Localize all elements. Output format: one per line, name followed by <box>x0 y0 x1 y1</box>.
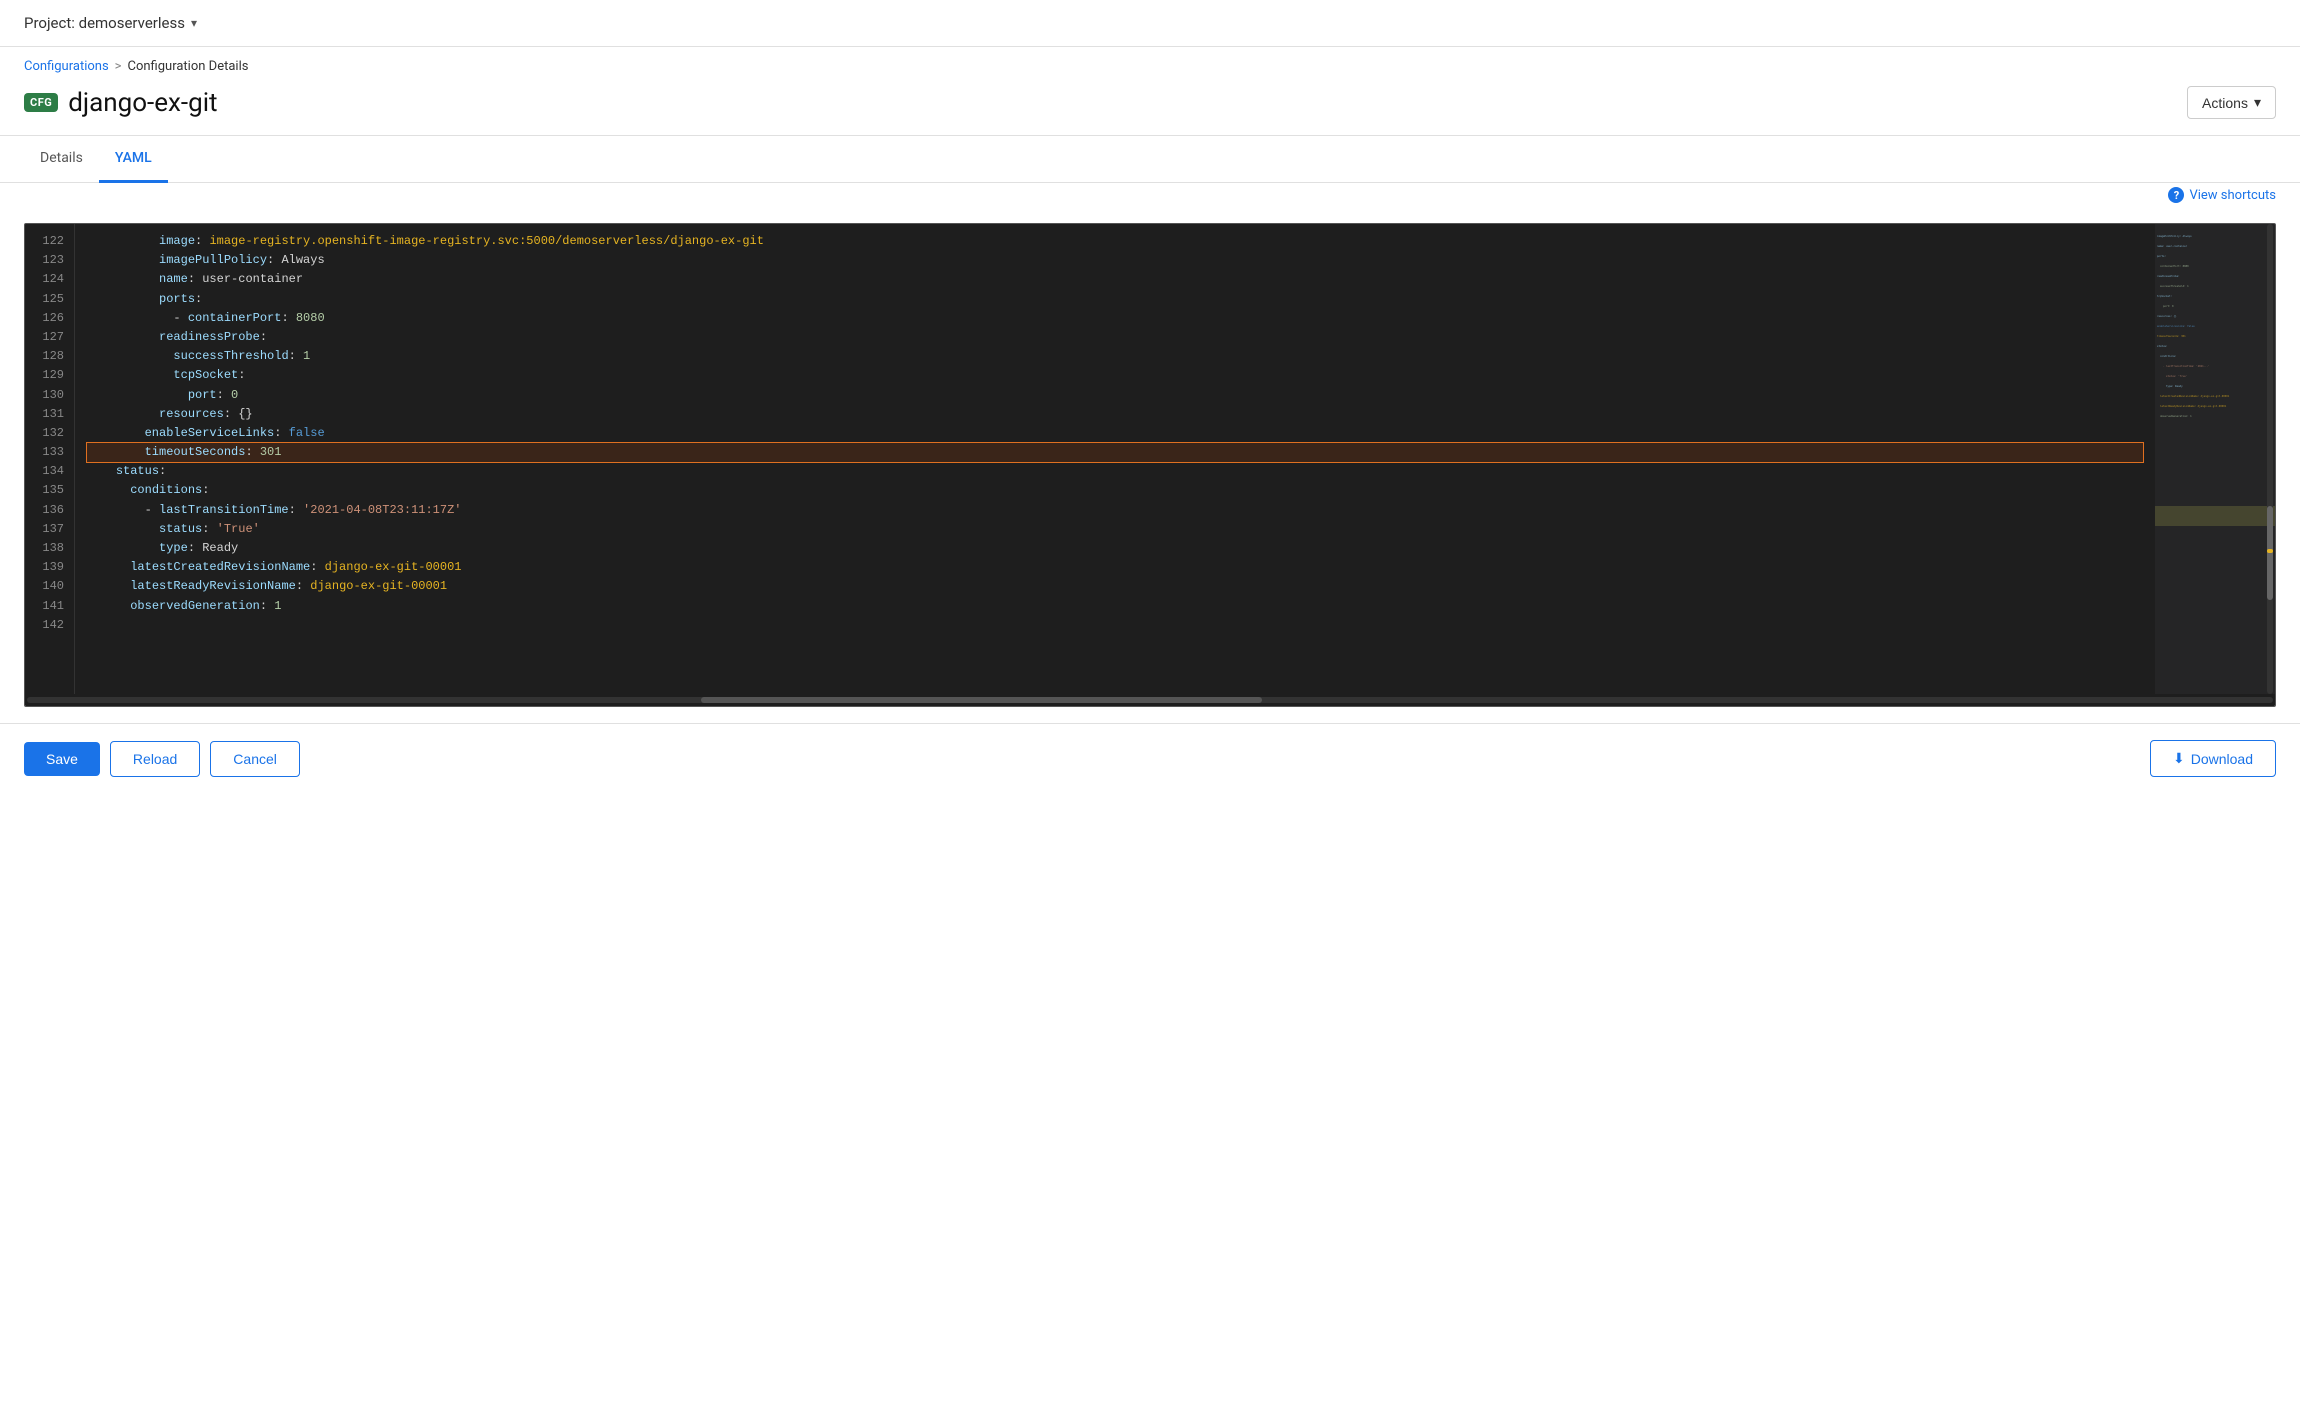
tabs-bar: Details YAML <box>0 136 2300 183</box>
editor-area[interactable]: 1221231241251261271281291301311321331341… <box>25 224 2275 694</box>
left-actions: Save Reload Cancel <box>24 741 300 777</box>
page-header: CFG django-ex-git Actions ▾ <box>0 74 2300 135</box>
line-numbers: 1221231241251261271281291301311321331341… <box>25 224 75 694</box>
tab-details[interactable]: Details <box>24 136 99 183</box>
view-shortcuts-link[interactable]: ? View shortcuts <box>2168 183 2276 207</box>
chevron-down-icon: ▾ <box>191 16 197 30</box>
breadcrumb-separator: > <box>115 59 122 74</box>
code-content[interactable]: image: image-registry.openshift-image-re… <box>75 224 2155 694</box>
page-title: django-ex-git <box>68 88 217 118</box>
cancel-button[interactable]: Cancel <box>210 741 300 777</box>
minimap-highlight <box>2155 506 2275 526</box>
breadcrumb-current: Configuration Details <box>127 59 248 74</box>
breadcrumb: Configurations > Configuration Details <box>0 47 2300 74</box>
download-icon: ⬇ <box>2173 750 2185 767</box>
bottom-actions: Save Reload Cancel ⬇ Download <box>0 723 2300 793</box>
cfg-badge: CFG <box>24 93 58 112</box>
reload-button[interactable]: Reload <box>110 741 200 777</box>
shortcuts-area: ? View shortcuts <box>0 183 2300 207</box>
download-button[interactable]: ⬇ Download <box>2150 740 2276 777</box>
shortcuts-label: View shortcuts <box>2189 188 2276 203</box>
project-label: Project: demoserverless <box>24 14 185 32</box>
project-selector[interactable]: Project: demoserverless ▾ <box>24 14 197 32</box>
actions-button[interactable]: Actions ▾ <box>2187 86 2276 119</box>
download-label: Download <box>2191 751 2253 767</box>
scrollbar-thumb <box>701 697 1263 703</box>
horizontal-scrollbar[interactable] <box>25 694 2275 706</box>
actions-label: Actions <box>2202 95 2248 111</box>
page-title-area: CFG django-ex-git <box>24 88 218 118</box>
question-icon: ? <box>2168 187 2184 203</box>
minimap-content: imagePullPolicy: Always name: user-conta… <box>2155 224 2275 429</box>
tab-yaml[interactable]: YAML <box>99 136 168 183</box>
editor-container: 1221231241251261271281291301311321331341… <box>24 223 2276 707</box>
actions-chevron-icon: ▾ <box>2254 94 2261 111</box>
breadcrumb-parent[interactable]: Configurations <box>24 59 109 74</box>
minimap: imagePullPolicy: Always name: user-conta… <box>2155 224 2275 694</box>
scrollbar-track <box>27 697 2273 703</box>
save-button[interactable]: Save <box>24 742 100 776</box>
top-bar: Project: demoserverless ▾ <box>0 0 2300 47</box>
